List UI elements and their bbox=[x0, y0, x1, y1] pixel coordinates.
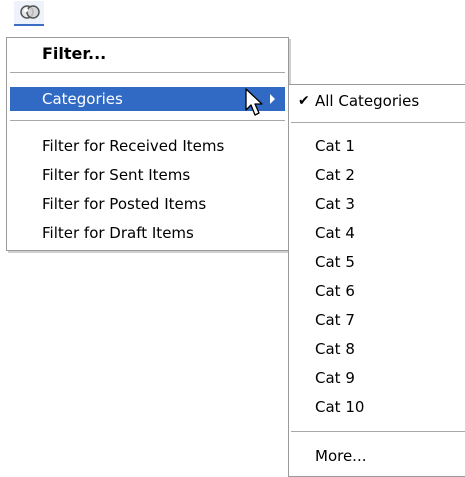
filter-dropdown-menu: Filter... Categories Filter for Received… bbox=[6, 37, 289, 251]
menu-separator bbox=[10, 72, 285, 74]
menu-item-categories-label: Categories bbox=[42, 90, 123, 108]
screen: Filter... Categories Filter for Received… bbox=[0, 0, 465, 477]
submenu-item-label: Cat 6 bbox=[315, 282, 355, 300]
submenu-item-category[interactable]: Cat 2 bbox=[291, 163, 465, 187]
submenu-item-label: Cat 9 bbox=[315, 369, 355, 387]
menu-item-label: Filter for Received Items bbox=[42, 137, 225, 155]
filter-icon bbox=[20, 5, 40, 19]
submenu-item-category[interactable]: Cat 7 bbox=[291, 308, 465, 332]
menu-item-label: Filter for Posted Items bbox=[42, 195, 207, 213]
submenu-item-category[interactable]: Cat 3 bbox=[291, 192, 465, 216]
submenu-item-label: Cat 1 bbox=[315, 137, 355, 155]
submenu-item-category[interactable]: Cat 6 bbox=[291, 279, 465, 303]
submenu-item-category[interactable]: Cat 8 bbox=[291, 337, 465, 361]
submenu-item-category[interactable]: Cat 4 bbox=[291, 221, 465, 245]
submenu-item-label: Cat 8 bbox=[315, 340, 355, 358]
menu-item-filter[interactable]: Filter... bbox=[10, 42, 285, 66]
mouse-pointer-icon bbox=[245, 88, 263, 116]
submenu-separator bbox=[291, 431, 465, 433]
submenu-item-category[interactable]: Cat 10 bbox=[291, 395, 465, 419]
submenu-item-label: Cat 5 bbox=[315, 253, 355, 271]
submenu-item-label: Cat 2 bbox=[315, 166, 355, 184]
submenu-item-category[interactable]: Cat 9 bbox=[291, 366, 465, 390]
filter-toolbar-button[interactable] bbox=[14, 1, 44, 26]
submenu-item-category[interactable]: Cat 1 bbox=[291, 134, 465, 158]
submenu-separator bbox=[291, 122, 465, 124]
submenu-item-label: Cat 4 bbox=[315, 224, 355, 242]
menu-item-filter-sent[interactable]: Filter for Sent Items bbox=[10, 163, 285, 187]
submenu-item-label: Cat 10 bbox=[315, 398, 365, 416]
submenu-item-category[interactable]: Cat 5 bbox=[291, 250, 465, 274]
menu-item-filter-label: Filter... bbox=[42, 44, 107, 63]
submenu-item-more[interactable]: More... bbox=[291, 444, 465, 468]
menu-item-filter-draft[interactable]: Filter for Draft Items bbox=[10, 221, 285, 245]
submenu-item-label: All Categories bbox=[315, 92, 420, 110]
menu-item-filter-received[interactable]: Filter for Received Items bbox=[10, 134, 285, 158]
submenu-arrow-icon bbox=[270, 94, 275, 104]
submenu-item-label: Cat 7 bbox=[315, 311, 355, 329]
menu-item-label: Filter for Sent Items bbox=[42, 166, 191, 184]
menu-item-filter-posted[interactable]: Filter for Posted Items bbox=[10, 192, 285, 216]
menu-separator bbox=[10, 120, 285, 122]
menu-item-label: Filter for Draft Items bbox=[42, 224, 194, 242]
submenu-item-label: Cat 3 bbox=[315, 195, 355, 213]
submenu-item-label: More... bbox=[315, 447, 367, 465]
submenu-item-all-categories[interactable]: ✔ All Categories bbox=[291, 89, 465, 113]
checkmark-icon: ✔ bbox=[298, 93, 310, 109]
categories-submenu: ✔ All Categories Cat 1 Cat 2 Cat 3 Cat 4… bbox=[288, 84, 465, 477]
